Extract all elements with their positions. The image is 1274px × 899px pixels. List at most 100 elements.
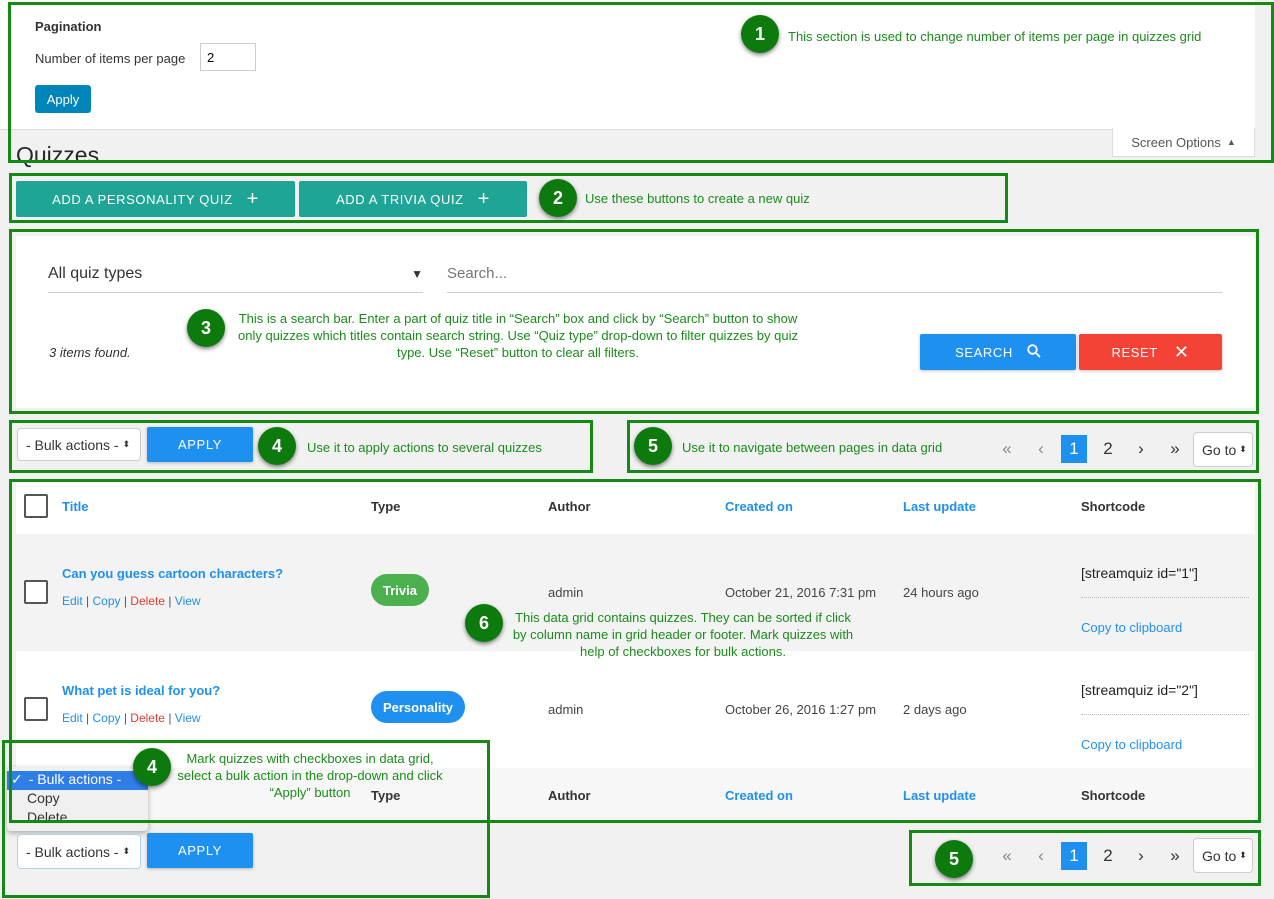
annotation-text: Use it to apply actions to several quizz… — [307, 440, 542, 455]
bulk-actions-select-top[interactable]: - Bulk actions - ⬍ — [17, 428, 141, 461]
next-page-button[interactable]: › — [1128, 842, 1154, 870]
created-cell: October 26, 2016 1:27 pm — [725, 702, 877, 717]
column-header-title[interactable]: Title — [62, 499, 89, 514]
divider — [1081, 597, 1249, 598]
bulk-actions-value: - Bulk actions - — [26, 436, 119, 453]
bulk-actions-value: - Bulk actions - — [26, 843, 119, 860]
author-cell: admin — [548, 702, 584, 717]
updated-cell: 2 days ago — [903, 702, 967, 717]
bulk-apply-button-top[interactable]: APPLY — [147, 427, 253, 462]
reset-button[interactable]: RESET ✕ — [1079, 334, 1222, 370]
updown-icon: ⬍ — [1239, 444, 1247, 454]
row-checkbox[interactable] — [24, 697, 48, 721]
updown-icon: ⬍ — [122, 439, 131, 449]
author-cell: admin — [548, 585, 584, 600]
shortcode-cell: [streamquiz id="1"] — [1081, 565, 1198, 581]
add-personality-quiz-button[interactable]: ADD A PERSONALITY QUIZ + — [16, 181, 295, 217]
goto-select-bottom[interactable]: Go to ⬍ — [1193, 838, 1253, 873]
page-title: Quizzes — [16, 142, 100, 168]
plus-icon: + — [477, 187, 490, 210]
footer-header-updated[interactable]: Last update — [903, 788, 976, 803]
annotation-number: 1 — [741, 15, 779, 53]
pagination-section-title: Pagination — [35, 19, 102, 34]
updown-icon: ⬍ — [122, 846, 131, 856]
footer-header-author: Author — [548, 788, 591, 803]
select-all-checkbox[interactable] — [24, 494, 48, 518]
next-page-button[interactable]: › — [1128, 435, 1154, 463]
search-input[interactable] — [447, 255, 1222, 293]
dropdown-arrow-icon: ▼ — [411, 266, 423, 281]
divider — [1081, 714, 1249, 715]
goto-label: Go to — [1202, 441, 1237, 458]
created-cell: October 21, 2016 7:31 pm — [725, 585, 877, 600]
annotation-text: This data grid contains quizzes. They ca… — [512, 610, 854, 659]
delete-link[interactable]: Delete — [130, 711, 165, 725]
copy-to-clipboard-link[interactable]: Copy to clipboard — [1081, 620, 1182, 635]
goto-select-top[interactable]: Go to ⬍ — [1193, 432, 1253, 467]
option-label: - Bulk actions - — [28, 771, 122, 787]
copy-link[interactable]: Copy — [92, 594, 120, 608]
column-header-created[interactable]: Created on — [725, 499, 793, 514]
footer-header-shortcode: Shortcode — [1081, 788, 1146, 803]
copy-to-clipboard-link[interactable]: Copy to clipboard — [1081, 737, 1182, 752]
items-found-text: 3 items found. — [49, 345, 131, 360]
footer-header-created[interactable]: Created on — [725, 788, 793, 803]
annotation-number: 5 — [935, 840, 973, 878]
annotation-text: This section is used to change number of… — [788, 29, 1202, 44]
screen-options-label: Screen Options — [1131, 134, 1221, 150]
column-header-author: Author — [548, 499, 591, 514]
bulk-actions-dropdown: ✓ - Bulk actions - Copy Delete — [7, 767, 148, 831]
bulk-actions-select-bottom[interactable]: - Bulk actions - ⬍ — [17, 834, 141, 869]
goto-label: Go to — [1202, 847, 1237, 864]
dropdown-option-selected[interactable]: ✓ - Bulk actions - — [7, 771, 148, 790]
annotation-text: Mark quizzes with checkboxes in data gri… — [177, 751, 443, 800]
add-personality-label: ADD A PERSONALITY QUIZ — [52, 191, 233, 207]
last-page-button[interactable]: » — [1162, 842, 1188, 870]
page-2-button[interactable]: 2 — [1095, 435, 1121, 463]
updated-cell: 24 hours ago — [903, 585, 979, 600]
page-1-button[interactable]: 1 — [1061, 842, 1087, 870]
reset-label: RESET — [1111, 344, 1158, 360]
annotation-number: 3 — [187, 309, 225, 347]
first-page-button[interactable]: « — [994, 435, 1020, 463]
column-header-type: Type — [371, 499, 401, 514]
type-badge-trivia: Trivia — [371, 574, 429, 606]
last-page-button[interactable]: » — [1162, 435, 1188, 463]
check-icon: ✓ — [11, 771, 23, 787]
search-icon — [1027, 343, 1041, 361]
plus-icon: + — [246, 187, 259, 210]
row-checkbox[interactable] — [24, 580, 48, 604]
first-page-button[interactable]: « — [994, 842, 1020, 870]
screen-options-apply-button[interactable]: Apply — [35, 85, 91, 113]
view-link[interactable]: View — [175, 594, 201, 608]
bulk-apply-button-bottom[interactable]: APPLY — [147, 833, 253, 868]
type-badge-personality: Personality — [371, 691, 465, 723]
quiz-type-select[interactable]: All quiz types ▼ — [48, 255, 423, 293]
add-trivia-quiz-button[interactable]: ADD A TRIVIA QUIZ + — [299, 181, 527, 217]
dropdown-option-delete[interactable]: Delete — [7, 809, 148, 828]
annotation-text: This is a search bar. Enter a part of qu… — [238, 311, 798, 360]
annotation-number: 6 — [465, 604, 503, 642]
page-2-button[interactable]: 2 — [1095, 842, 1121, 870]
prev-page-button[interactable]: ‹ — [1028, 842, 1054, 870]
search-button[interactable]: SEARCH — [920, 334, 1076, 370]
close-icon: ✕ — [1173, 341, 1190, 362]
edit-link[interactable]: Edit — [62, 711, 83, 725]
quiz-title-link[interactable]: What pet is ideal for you? — [62, 683, 220, 698]
edit-link[interactable]: Edit — [62, 594, 83, 608]
quiz-title-link[interactable]: Can you guess cartoon characters? — [62, 566, 283, 581]
page-1-button[interactable]: 1 — [1061, 435, 1087, 463]
annotation-number: 4 — [258, 427, 296, 465]
row-actions: Edit | Copy | Delete | View — [62, 711, 201, 725]
screen-options-tab[interactable]: Screen Options ▲ — [1112, 128, 1255, 157]
items-per-page-input[interactable] — [200, 43, 256, 71]
dropdown-option-copy[interactable]: Copy — [7, 790, 148, 809]
copy-link[interactable]: Copy — [92, 711, 120, 725]
delete-link[interactable]: Delete — [130, 594, 165, 608]
column-header-updated[interactable]: Last update — [903, 499, 976, 514]
prev-page-button[interactable]: ‹ — [1028, 435, 1054, 463]
search-label: SEARCH — [955, 344, 1013, 360]
view-link[interactable]: View — [175, 711, 201, 725]
annotation-number: 5 — [634, 427, 672, 465]
shortcode-cell: [streamquiz id="2"] — [1081, 682, 1198, 698]
